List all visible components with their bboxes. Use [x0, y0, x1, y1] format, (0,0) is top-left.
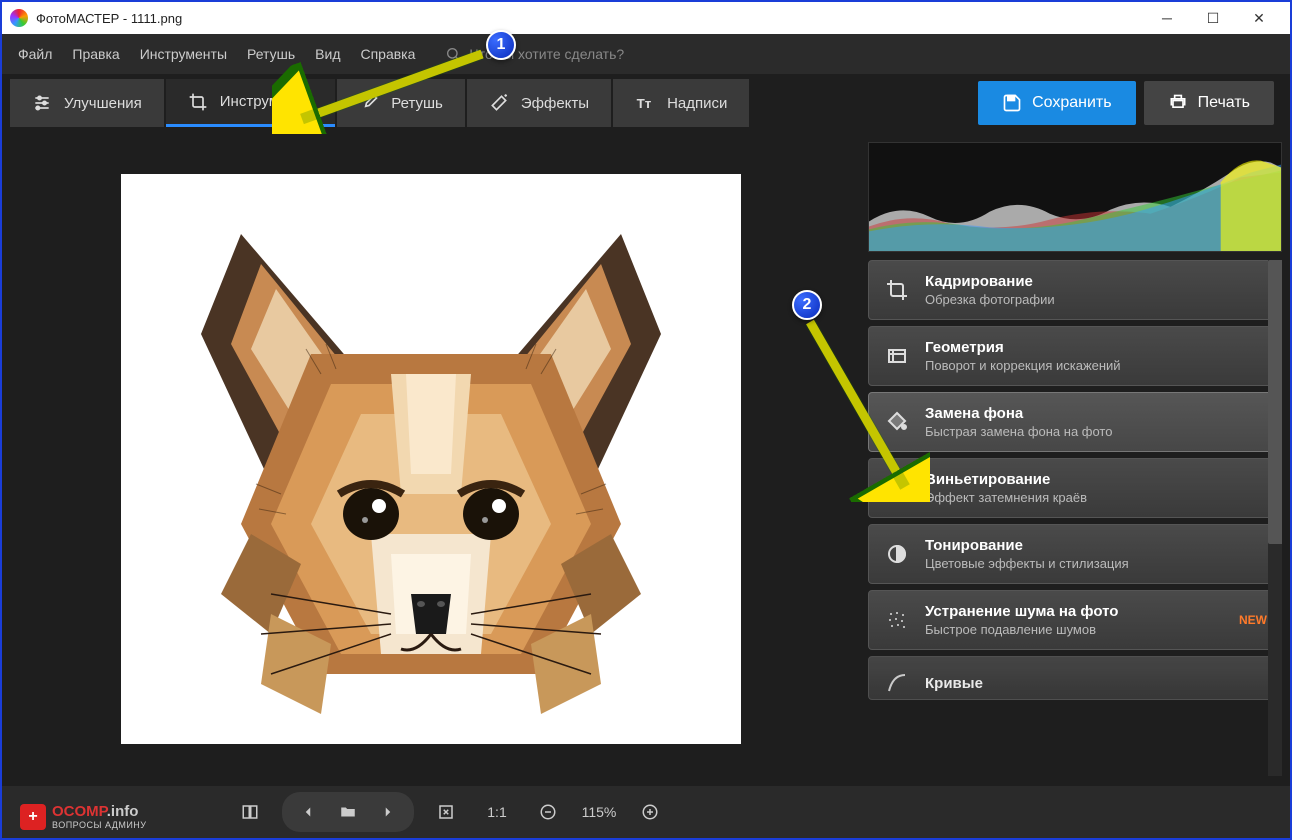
marker-2: 2 — [792, 290, 822, 320]
next-button[interactable] — [372, 796, 404, 828]
tool-geometry-title: Геометрия — [925, 339, 1267, 356]
app-icon — [10, 9, 28, 27]
menu-edit[interactable]: Правка — [72, 46, 119, 62]
tool-crop-title: Кадрирование — [925, 273, 1267, 290]
chevron-left-icon — [299, 803, 317, 821]
canvas-image — [121, 174, 741, 744]
tool-crop[interactable]: Кадрирование Обрезка фотографии — [868, 260, 1282, 320]
tool-curves-title: Кривые — [925, 675, 1267, 692]
fit-button[interactable] — [430, 796, 462, 828]
menu-file[interactable]: Файл — [18, 46, 52, 62]
fit-label[interactable]: 1:1 — [472, 804, 522, 820]
arrow-1 — [272, 44, 492, 134]
tab-enhance-label: Улучшения — [64, 95, 142, 112]
statusbar: + OCOMP.info ВОПРОСЫ АДМИНУ 1:1 115% — [2, 786, 1290, 838]
tool-vignette[interactable]: Виньетирование Эффект затемнения краёв — [868, 458, 1282, 518]
tools-list: Кадрирование Обрезка фотографии Геометри… — [868, 260, 1282, 776]
print-button[interactable]: Печать — [1144, 81, 1274, 125]
tool-vignette-desc: Эффект затемнения краёв — [925, 490, 1267, 505]
zoom-out-button[interactable] — [532, 796, 564, 828]
folder-icon — [339, 803, 357, 821]
sliders-icon — [32, 93, 52, 113]
crop-icon — [188, 92, 208, 112]
tool-crop-desc: Обрезка фотографии — [925, 292, 1267, 307]
zoom-in-button[interactable] — [634, 796, 666, 828]
main-area: Кадрирование Обрезка фотографии Геометри… — [2, 132, 1290, 786]
watermark-icon: + — [20, 804, 46, 830]
window-title: ФотоМАСТЕР - 1111.png — [36, 11, 182, 26]
tool-denoise-desc: Быстрое подавление шумов — [925, 622, 1225, 637]
print-icon — [1168, 93, 1188, 113]
text-icon: Tᴛ — [635, 93, 655, 113]
svg-text:Tᴛ: Tᴛ — [637, 96, 652, 111]
menu-tools[interactable]: Инструменты — [140, 46, 227, 62]
tool-toning[interactable]: Тонирование Цветовые эффекты и стилизаци… — [868, 524, 1282, 584]
histogram-graph — [869, 143, 1281, 251]
watermark: + OCOMP.info ВОПРОСЫ АДМИНУ — [20, 803, 147, 830]
watermark-tagline: ВОПРОСЫ АДМИНУ — [52, 820, 147, 830]
tool-replace-bg[interactable]: Замена фона Быстрая замена фона на фото — [868, 392, 1282, 452]
minimize-button[interactable]: ─ — [1144, 3, 1190, 33]
tool-vignette-title: Виньетирование — [925, 471, 1267, 488]
save-icon — [1002, 93, 1022, 113]
toolbar: Улучшения Инструменты Ретушь Эффекты Tᴛ … — [2, 74, 1290, 132]
tool-curves[interactable]: Кривые — [868, 656, 1282, 700]
compare-icon — [241, 803, 259, 821]
dog-illustration — [121, 174, 741, 744]
watermark-brand: OCOMP.info — [52, 803, 147, 820]
toning-icon — [883, 540, 911, 568]
zoom-value: 115% — [574, 804, 624, 820]
tool-replace-bg-title: Замена фона — [925, 405, 1267, 422]
menubar: Файл Правка Инструменты Ретушь Вид Справ… — [2, 34, 1290, 74]
tool-toning-title: Тонирование — [925, 537, 1267, 554]
tool-toning-desc: Цветовые эффекты и стилизация — [925, 556, 1267, 571]
tab-effects-label: Эффекты — [521, 95, 589, 112]
tool-denoise[interactable]: Устранение шума на фото Быстрое подавлен… — [868, 590, 1282, 650]
tab-captions[interactable]: Tᴛ Надписи — [613, 79, 749, 127]
scrollbar[interactable] — [1268, 260, 1282, 776]
tool-denoise-title: Устранение шума на фото — [925, 603, 1225, 620]
close-button[interactable]: ✕ — [1236, 3, 1282, 33]
scrollbar-thumb[interactable] — [1268, 260, 1282, 544]
nav-group — [282, 792, 414, 832]
compare-button[interactable] — [234, 796, 266, 828]
tool-geometry-desc: Поворот и коррекция искажений — [925, 358, 1267, 373]
print-label: Печать — [1198, 94, 1250, 112]
fit-icon — [437, 803, 455, 821]
save-label: Сохранить — [1032, 94, 1112, 112]
titlebar: ФотоМАСТЕР - 1111.png ─ ☐ ✕ — [2, 2, 1290, 34]
canvas-area[interactable] — [2, 132, 860, 786]
minus-icon — [539, 803, 557, 821]
zoom-group: 1:1 115% — [430, 796, 666, 828]
chevron-right-icon — [379, 803, 397, 821]
histogram[interactable] — [868, 142, 1282, 252]
window-controls: ─ ☐ ✕ — [1144, 3, 1282, 33]
noise-icon — [883, 606, 911, 634]
tool-geometry[interactable]: Геометрия Поворот и коррекция искажений — [868, 326, 1282, 386]
save-button[interactable]: Сохранить — [978, 81, 1136, 125]
prev-button[interactable] — [292, 796, 324, 828]
open-button[interactable] — [332, 796, 364, 828]
new-badge: NEW — [1239, 613, 1267, 627]
crop-icon — [883, 276, 911, 304]
maximize-button[interactable]: ☐ — [1190, 3, 1236, 33]
curves-icon — [883, 669, 911, 697]
tab-enhance[interactable]: Улучшения — [10, 79, 164, 127]
plus-icon — [641, 803, 659, 821]
arrow-2 — [800, 312, 930, 502]
tab-captions-label: Надписи — [667, 95, 727, 112]
tool-replace-bg-desc: Быстрая замена фона на фото — [925, 424, 1267, 439]
marker-1: 1 — [486, 30, 516, 60]
